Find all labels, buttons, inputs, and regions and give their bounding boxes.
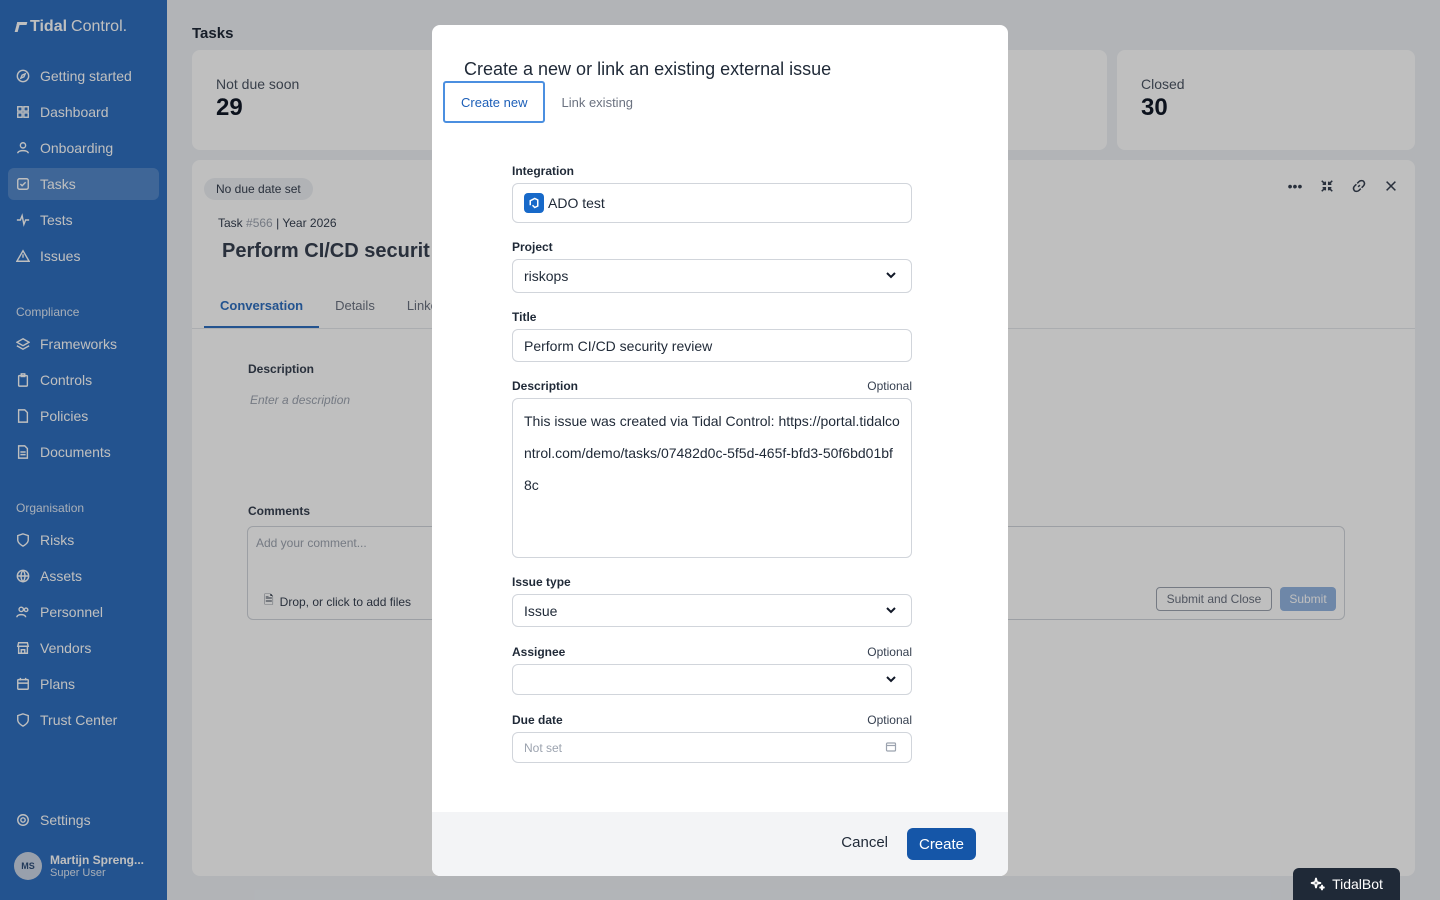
chevron-down-icon [885,672,897,688]
issue-type-value: Issue [524,602,558,619]
project-label: Project [512,240,553,254]
title-input[interactable]: Perform CI/CD security review [512,329,912,362]
create-issue-modal: Create a new or link an existing externa… [432,25,1008,876]
integration-value: ADO test [548,195,605,211]
due-date-placeholder: Not set [524,740,563,755]
modal-footer: Cancel Create [432,812,1008,876]
due-date-input[interactable]: Not set [512,732,912,763]
tidalbot-button[interactable]: TidalBot [1293,868,1400,900]
due-date-label: Due date [512,713,563,727]
integration-field[interactable]: ADO test [512,183,912,223]
description-textarea[interactable]: This issue was created via Tidal Control… [512,398,912,558]
issue-type-label: Issue type [512,575,571,589]
chevron-down-icon [885,268,897,284]
azure-devops-icon [524,193,544,213]
title-label: Title [512,310,537,324]
assignee-optional: Optional [867,645,912,659]
tab-link-existing[interactable]: Link existing [545,81,649,123]
issue-type-select[interactable]: Issue [512,594,912,627]
description-optional: Optional [867,379,912,393]
project-select[interactable]: riskops [512,259,912,293]
assignee-select[interactable] [512,664,912,695]
modal-tabs: Create new Link existing [443,81,649,123]
tab-create-new[interactable]: Create new [443,81,546,123]
sparkle-icon [1310,876,1326,892]
modal-title: Create a new or link an existing externa… [464,59,832,79]
description-label: Description [512,379,579,393]
chevron-down-icon [885,603,897,619]
tidalbot-label: TidalBot [1332,876,1383,892]
due-date-optional: Optional [867,713,912,727]
cancel-button[interactable]: Cancel [841,834,888,851]
assignee-label: Assignee [512,645,566,659]
integration-label: Integration [512,164,574,178]
project-value: riskops [524,268,569,284]
calendar-icon [885,740,897,755]
title-value: Perform CI/CD security review [524,337,713,354]
create-button[interactable]: Create [907,828,976,860]
